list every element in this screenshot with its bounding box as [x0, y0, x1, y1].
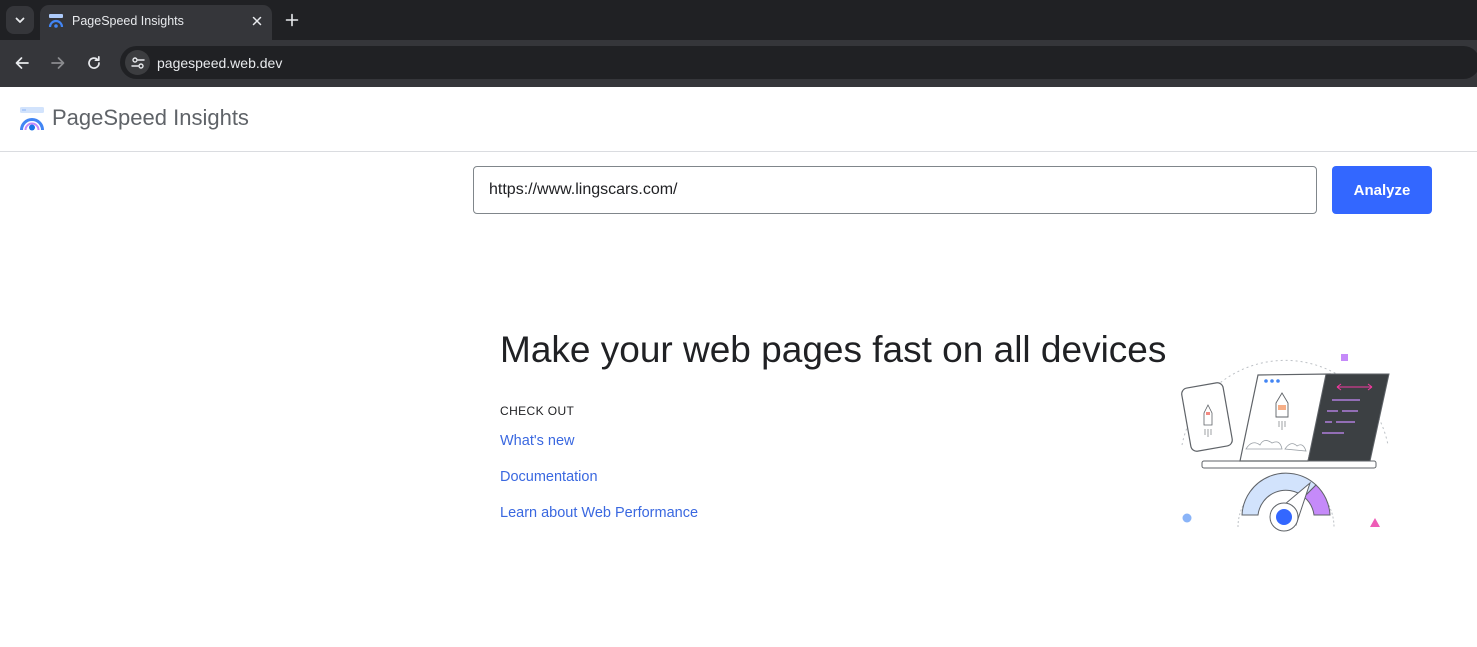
page-headline: Make your web pages fast on all devices: [500, 329, 1167, 370]
tab-title: PageSpeed Insights: [72, 14, 184, 28]
plus-icon: [285, 13, 299, 27]
close-icon: [252, 16, 262, 26]
forward-button[interactable]: [47, 52, 69, 74]
reload-button[interactable]: [83, 52, 105, 74]
hero-illustration: [1181, 354, 1390, 532]
analyze-button[interactable]: Analyze: [1332, 166, 1432, 214]
pagespeed-logo-icon: [20, 107, 44, 131]
browser-tab-strip: PageSpeed Insights: [0, 0, 1477, 40]
address-bar-url: pagespeed.web.dev: [157, 55, 283, 71]
documentation-link[interactable]: Documentation: [500, 469, 598, 485]
back-arrow-icon: [15, 57, 29, 69]
browser-tab[interactable]: PageSpeed Insights: [40, 5, 272, 40]
chevron-down-icon: [15, 17, 25, 23]
tab-search-button[interactable]: [6, 6, 34, 34]
site-header: PageSpeed Insights: [0, 87, 1477, 152]
browser-toolbar: pagespeed.web.dev: [0, 40, 1477, 87]
reload-icon: [88, 55, 100, 69]
site-info-button[interactable]: [125, 50, 150, 75]
checkout-label: CHECK OUT: [500, 404, 575, 418]
forward-arrow-icon: [51, 57, 65, 69]
learn-web-performance-link[interactable]: Learn about Web Performance: [500, 505, 698, 521]
back-button[interactable]: [11, 52, 33, 74]
speed-gauge-graphic: [1237, 472, 1335, 532]
whats-new-link[interactable]: What's new: [500, 433, 575, 449]
tab-close-button[interactable]: [248, 12, 266, 30]
pagespeed-favicon: [48, 14, 64, 28]
site-title[interactable]: PageSpeed Insights: [52, 105, 249, 131]
address-bar[interactable]: pagespeed.web.dev: [120, 46, 1477, 79]
tune-icon: [130, 56, 145, 69]
phone-graphic: [1181, 382, 1233, 452]
url-input[interactable]: [473, 166, 1317, 214]
new-tab-button[interactable]: [282, 10, 302, 30]
